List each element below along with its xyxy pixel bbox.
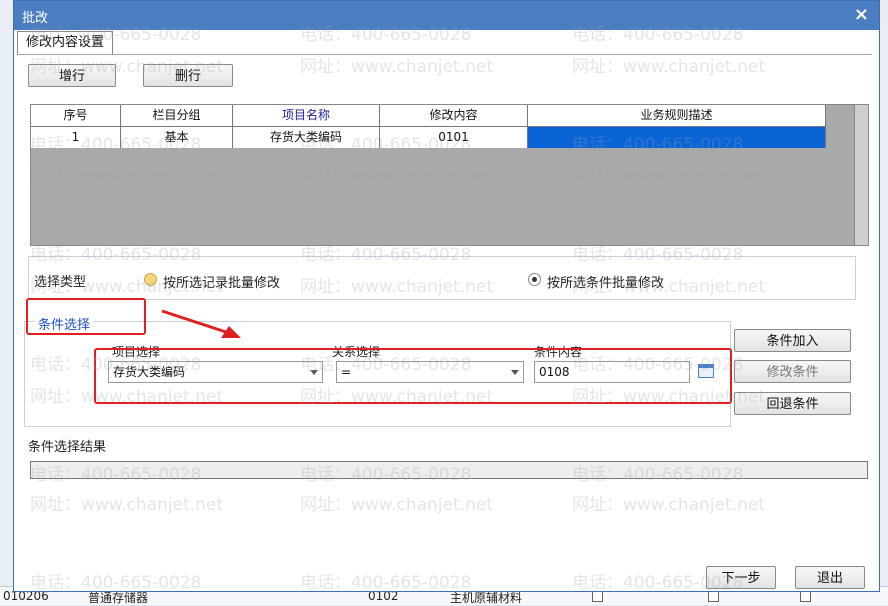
- delete-row-button[interactable]: 删行: [143, 64, 233, 87]
- grid-header-cell[interactable]: 修改内容: [380, 105, 528, 126]
- window-title: 批改: [22, 11, 49, 26]
- tab-modify-content[interactable]: 修改内容设置: [17, 31, 114, 54]
- grid-cell-selected[interactable]: [528, 127, 826, 148]
- bg-checkbox[interactable]: [708, 591, 719, 602]
- tab-divider: [17, 54, 872, 55]
- close-icon[interactable]: ×: [854, 4, 869, 25]
- radio-by-condition[interactable]: [528, 273, 541, 286]
- next-button[interactable]: 下一步: [706, 566, 776, 589]
- rollback-condition-button[interactable]: 回退条件: [734, 392, 851, 415]
- bg-checkbox[interactable]: [592, 591, 603, 602]
- grid-cell[interactable]: 1: [31, 127, 121, 148]
- add-row-button[interactable]: 增行: [28, 64, 116, 87]
- content-grid[interactable]: 序号 栏目分组 项目名称 修改内容 业务规则描述 1 基本 存货大类编码 010…: [30, 104, 869, 246]
- annotation-box-group: [26, 298, 146, 335]
- bg-checkbox[interactable]: [800, 591, 811, 602]
- grid-header-cell[interactable]: 栏目分组: [121, 105, 233, 126]
- grid-header: 序号 栏目分组 项目名称 修改内容 业务规则描述: [31, 105, 826, 127]
- select-type-label: 选择类型: [34, 275, 87, 290]
- grid-cell[interactable]: 0101: [380, 127, 528, 148]
- radio-by-record[interactable]: [144, 273, 157, 286]
- condition-result-list[interactable]: [30, 461, 868, 479]
- table-row[interactable]: 1 基本 存货大类编码 0101: [31, 127, 826, 148]
- grid-header-cell[interactable]: 序号: [31, 105, 121, 126]
- title-bar: 批改 ×: [14, 1, 879, 30]
- grid-scrollbar[interactable]: [854, 104, 869, 246]
- radio-by-record-label[interactable]: 按所选记录批量修改: [163, 272, 280, 291]
- grid-header-cell[interactable]: 项目名称: [233, 105, 380, 126]
- grid-header-cell[interactable]: 业务规则描述: [528, 105, 826, 126]
- batch-modify-dialog: 批改 × 修改内容设置 增行 删行 序号 栏目分组 项目名称 修改内容 业务规则…: [13, 0, 880, 592]
- radio-by-condition-label[interactable]: 按所选条件批量修改: [547, 272, 664, 291]
- exit-button[interactable]: 退出: [795, 566, 865, 589]
- result-label: 条件选择结果: [28, 440, 107, 455]
- grid-cell[interactable]: 存货大类编码: [233, 127, 380, 148]
- add-condition-button[interactable]: 条件加入: [734, 329, 851, 352]
- grid-cell[interactable]: 基本: [121, 127, 233, 148]
- modify-condition-button[interactable]: 修改条件: [734, 360, 851, 383]
- annotation-box-fields: [94, 348, 732, 404]
- annotation-arrow-icon: [161, 309, 241, 338]
